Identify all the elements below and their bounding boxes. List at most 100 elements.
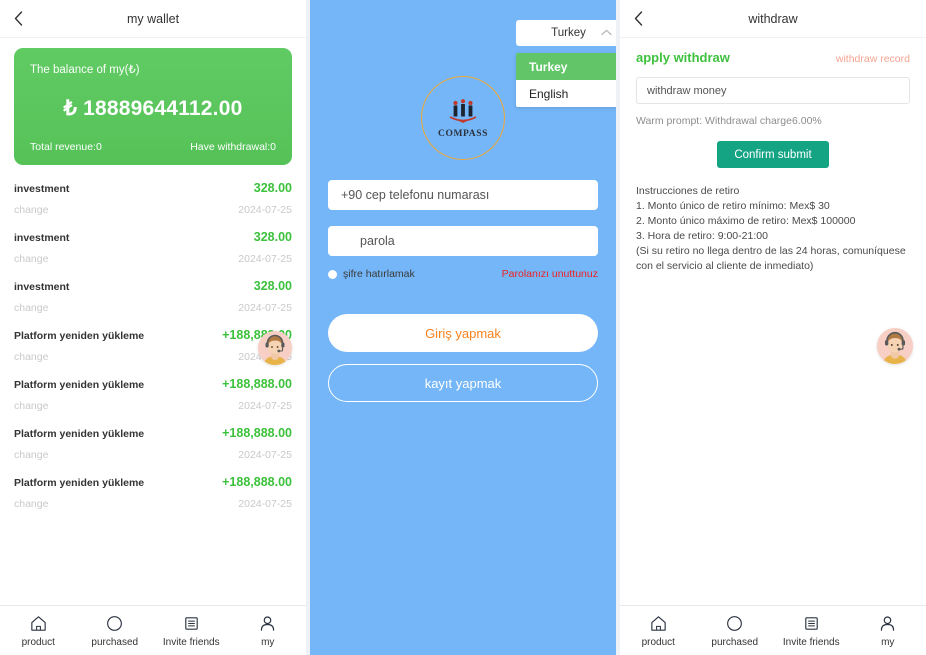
transaction-date: 2024-07-25	[238, 302, 292, 314]
withdraw-title-row: apply withdraw withdraw record	[636, 50, 910, 65]
forgot-password-link[interactable]: Parolanızı unuttunuz	[502, 268, 598, 280]
confirm-button-wrap: Confirm submit	[636, 141, 910, 168]
wallet-screen: my wallet The balance of my(₺) ₺ 1888964…	[0, 0, 306, 655]
list-item[interactable]: Platform yeniden yükleme +188,888.00 chan…	[0, 420, 306, 461]
instruction-line: (Si su retiro no llega dentro de las 24 …	[636, 244, 906, 257]
tab-my[interactable]: my	[850, 613, 926, 648]
tab-invite-friends[interactable]: Invite friends	[773, 613, 850, 648]
logo-text: COMPASS	[438, 128, 488, 139]
instruction-line: 3. Hora de retiro: 9:00-21:00	[636, 229, 768, 242]
transaction-sub: change	[14, 351, 49, 363]
withdraw-screen: withdraw apply withdraw withdraw record …	[620, 0, 926, 655]
tab-label: Invite friends	[782, 637, 840, 648]
login-form: şifre hatırlamak Parolanızı unuttunuz Gi…	[310, 180, 616, 402]
circle-icon	[105, 613, 125, 633]
password-input[interactable]	[328, 226, 598, 256]
chevron-left-icon[interactable]	[630, 11, 646, 27]
withdraw-amount-input[interactable]	[636, 77, 910, 104]
remember-password-toggle[interactable]: şifre hatırlamak	[328, 268, 415, 280]
chevron-left-icon[interactable]	[10, 11, 26, 27]
tab-my[interactable]: my	[230, 613, 307, 648]
compass-logo-mark	[449, 98, 477, 123]
list-item[interactable]: Platform yeniden yükleme +188,888.00 chan…	[0, 371, 306, 412]
tab-purchased[interactable]: purchased	[77, 613, 154, 648]
withdraw-instructions: Instrucciones de retiro 1. Monto único d…	[636, 184, 910, 273]
compass-logo: COMPASS	[421, 76, 505, 160]
transaction-sub: change	[14, 449, 49, 461]
tab-label: Invite friends	[162, 637, 220, 648]
list-item[interactable]: investment 328.00 change 2024-07-25	[0, 273, 306, 314]
balance-amount: ₺ 18889644112.00	[63, 97, 243, 120]
list-icon	[181, 613, 201, 633]
transaction-name: investment	[14, 183, 70, 195]
person-icon	[258, 613, 278, 633]
transaction-date: 2024-07-25	[238, 498, 292, 510]
instruction-line: 1. Monto único de retiro mínimo: Mex$ 30	[636, 199, 830, 212]
language-select-button[interactable]: Turkey	[516, 20, 616, 46]
transaction-amount: +188,888.00	[222, 377, 292, 391]
person-icon	[878, 613, 898, 633]
tab-label: purchased	[91, 637, 139, 648]
language-selected-label: Turkey	[551, 27, 586, 39]
transaction-sub: change	[14, 400, 49, 412]
transaction-amount: +188,888.00	[222, 426, 292, 440]
page-title: withdraw	[748, 11, 798, 26]
withdraw-header: withdraw	[620, 0, 926, 38]
remember-label: şifre hatırlamak	[343, 268, 415, 280]
radio-icon	[328, 269, 337, 279]
register-button[interactable]: kayıt yapmak	[328, 364, 598, 402]
language-selector: Turkey Turkey English	[516, 20, 616, 107]
page-title: my wallet	[126, 11, 180, 26]
home-icon	[28, 613, 48, 633]
transaction-date: 2024-07-25	[238, 400, 292, 412]
customer-service-avatar[interactable]	[877, 328, 913, 364]
transaction-amount: 328.00	[253, 230, 292, 244]
transaction-amount: +188,888.00	[222, 475, 292, 489]
tab-product[interactable]: product	[620, 613, 697, 648]
tab-label: purchased	[711, 637, 759, 648]
wallet-tabbar: product purchased Invite friends my	[0, 605, 306, 655]
home-icon	[648, 613, 668, 633]
list-item[interactable]: investment 328.00 change 2024-07-25	[0, 175, 306, 216]
transaction-sub: change	[14, 498, 49, 510]
transaction-name: Platform yeniden yükleme	[14, 379, 145, 391]
list-icon	[801, 613, 821, 633]
tab-label: product	[641, 637, 675, 648]
transaction-name: Platform yeniden yükleme	[14, 428, 145, 440]
tab-invite-friends[interactable]: Invite friends	[153, 613, 230, 648]
instruction-line: con el servicio al cliente de inmediato)	[636, 259, 814, 272]
apply-withdraw-title: apply withdraw	[636, 50, 730, 65]
instructions-title: Instrucciones de retiro	[636, 185, 740, 197]
chevron-up-icon	[601, 27, 612, 39]
language-option-turkey[interactable]: Turkey	[516, 53, 616, 80]
language-option-english[interactable]: English	[516, 80, 616, 107]
transaction-name: investment	[14, 232, 70, 244]
wallet-header: my wallet	[0, 0, 306, 38]
list-item[interactable]: Platform yeniden yükleme +188,888.00 chan…	[0, 469, 306, 510]
transaction-name: investment	[14, 281, 70, 293]
balance-card: The balance of my(₺) ₺ 18889644112.00 To…	[14, 48, 292, 165]
transaction-date: 2024-07-25	[238, 449, 292, 461]
tab-product[interactable]: product	[0, 613, 77, 648]
transaction-sub: change	[14, 253, 49, 265]
transaction-date: 2024-07-25	[238, 253, 292, 265]
transaction-name: Platform yeniden yükleme	[14, 477, 145, 489]
balance-footer: Total revenue:0 Have withdrawal:0	[30, 141, 276, 153]
phone-input[interactable]	[328, 180, 598, 210]
login-screen: Turkey Turkey English COMPASS +90 cep te…	[310, 0, 616, 655]
transaction-amount: 328.00	[253, 279, 292, 293]
confirm-submit-button[interactable]: Confirm submit	[717, 141, 829, 168]
transaction-sub: change	[14, 204, 49, 216]
withdraw-tabbar: product purchased Invite friends my	[620, 605, 926, 655]
screenshot-stage: my wallet The balance of my(₺) ₺ 1888964…	[0, 0, 926, 655]
circle-icon	[725, 613, 745, 633]
transaction-amount: 328.00	[253, 181, 292, 195]
transaction-sub: change	[14, 302, 49, 314]
list-item[interactable]: investment 328.00 change 2024-07-25	[0, 224, 306, 265]
withdraw-record-link[interactable]: withdraw record	[836, 53, 910, 65]
tab-purchased[interactable]: purchased	[697, 613, 774, 648]
login-button[interactable]: Giriş yapmak	[328, 314, 598, 352]
customer-service-avatar[interactable]	[258, 331, 292, 365]
warm-prompt: Warm prompt: Withdrawal charge6.00%	[636, 115, 822, 127]
have-withdrawal: Have withdrawal:0	[190, 141, 276, 153]
